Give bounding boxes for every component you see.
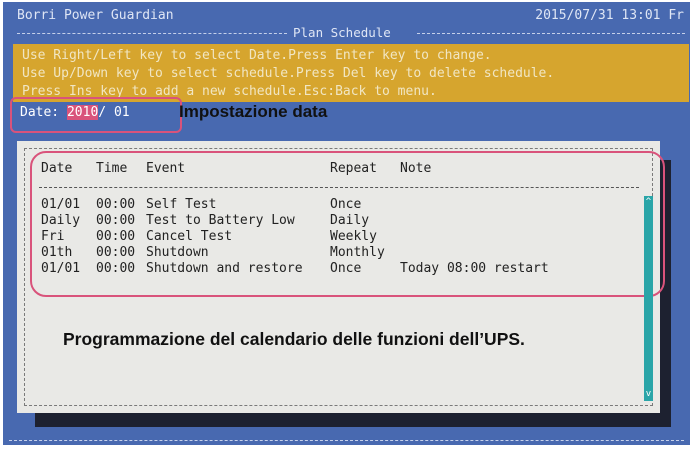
- instruction-bar: Use Right/Left key to select Date.Press …: [13, 44, 689, 102]
- calendar-annotation: Programmazione del calendario delle funz…: [63, 329, 525, 349]
- app-title: Borri Power Guardian: [17, 8, 174, 23]
- instruction-line-1: Use Right/Left key to select Date.Press …: [22, 48, 492, 63]
- table-highlight-frame: [30, 151, 665, 297]
- scroll-up-icon[interactable]: ^: [644, 197, 653, 207]
- scrollbar[interactable]: ^ v: [644, 196, 653, 401]
- terminal-screen: Borri Power Guardian 2015/07/31 13:01 Fr…: [3, 2, 690, 445]
- title-divider-left: [17, 33, 287, 34]
- header-datetime: 2015/07/31 13:01 Fr: [535, 8, 684, 23]
- section-title: Plan Schedule: [293, 25, 391, 40]
- date-setting-annotation: Impostazione data: [179, 102, 328, 121]
- title-divider-right: [417, 33, 685, 34]
- scroll-down-icon[interactable]: v: [644, 389, 653, 399]
- bottom-divider: [9, 440, 684, 441]
- instruction-line-2: Use Up/Down key to select schedule.Press…: [22, 66, 555, 81]
- schedule-panel: Date Time Event Repeat Note 01/01 00:00 …: [17, 141, 665, 413]
- date-highlight-frame: [10, 97, 182, 133]
